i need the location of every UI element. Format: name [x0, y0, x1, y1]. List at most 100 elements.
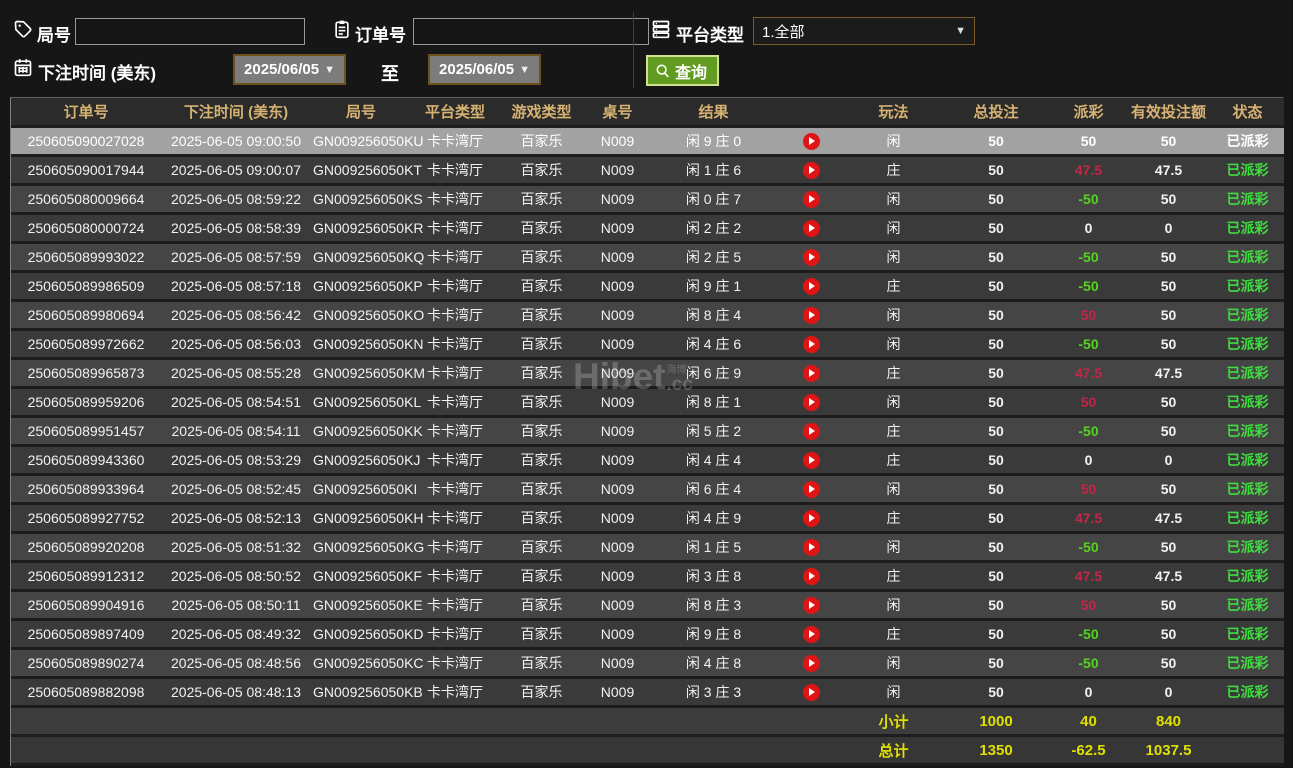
date-to-label: 至	[381, 64, 399, 84]
status-cell: 已派彩	[1211, 360, 1284, 389]
play-icon[interactable]	[802, 683, 820, 701]
table-number-cell: N009	[584, 157, 651, 186]
table-row[interactable]: 250605090027028 2025-06-05 09:00:50 GN00…	[11, 128, 1284, 157]
play-icon[interactable]	[802, 219, 820, 237]
game-number-cell: GN009256050KC	[311, 650, 424, 679]
play-icon[interactable]	[802, 451, 820, 469]
game-number-cell: GN009256050KQ	[311, 244, 424, 273]
game-type-cell: 百家乐	[499, 244, 584, 273]
table-number-cell: N009	[584, 331, 651, 360]
total-bet-cell: 50	[941, 621, 1051, 650]
bet-time-cell: 2025-06-05 08:50:11	[161, 592, 311, 621]
play-icon[interactable]	[802, 277, 820, 295]
table-row[interactable]: 250605089912312 2025-06-05 08:50:52 GN00…	[11, 563, 1284, 592]
play-icon[interactable]	[802, 480, 820, 498]
result-cell: 闲 9 庄 0	[651, 128, 776, 157]
play-icon[interactable]	[802, 393, 820, 411]
play-icon[interactable]	[802, 335, 820, 353]
order-number-cell: 250605089959206	[11, 389, 161, 418]
table-row[interactable]: 250605089980694 2025-06-05 08:56:42 GN00…	[11, 302, 1284, 331]
payout-cell: 47.5	[1051, 505, 1126, 534]
bet-time-cell: 2025-06-05 08:58:39	[161, 215, 311, 244]
play-icon[interactable]	[802, 596, 820, 614]
status-cell: 已派彩	[1211, 273, 1284, 302]
order-no-input[interactable]	[413, 18, 649, 45]
game-number-cell: GN009256050KK	[311, 418, 423, 447]
result-cell: 闲 1 庄 6	[651, 157, 776, 186]
table-row[interactable]: 250605080009664 2025-06-05 08:59:22 GN00…	[11, 186, 1284, 215]
play-type-cell: 庄	[846, 360, 941, 389]
play-icon[interactable]	[802, 161, 820, 179]
col-play: 玩法	[846, 98, 941, 128]
table-number-cell: N009	[584, 476, 651, 505]
platform-cell: 卡卡湾厅	[411, 534, 499, 563]
valid-bet-cell: 47.5	[1126, 157, 1211, 186]
table-row[interactable]: 250605089993022 2025-06-05 08:57:59 GN00…	[11, 244, 1284, 273]
table-row[interactable]: 250605089965873 2025-06-05 08:55:28 GN00…	[11, 360, 1284, 389]
replay-cell	[776, 621, 846, 650]
play-icon[interactable]	[802, 364, 820, 382]
play-type-cell: 闲	[846, 592, 941, 621]
play-icon[interactable]	[802, 132, 820, 150]
table-row[interactable]: 250605089920208 2025-06-05 08:51:32 GN00…	[11, 534, 1284, 563]
chevron-down-icon: ▼	[955, 25, 966, 37]
subtotal-spacer	[11, 708, 846, 737]
play-icon[interactable]	[802, 306, 820, 324]
platform-select[interactable]: 1.全部 ▼	[753, 17, 975, 45]
replay-cell	[776, 563, 846, 592]
table-row[interactable]: 250605089890274 2025-06-05 08:48:56 GN00…	[11, 650, 1284, 679]
table-row[interactable]: 250605089904916 2025-06-05 08:50:11 GN00…	[11, 592, 1284, 621]
table-row[interactable]: 250605090017944 2025-06-05 09:00:07 GN00…	[11, 157, 1284, 186]
play-icon[interactable]	[802, 567, 820, 585]
subtotal-label: 小计	[846, 708, 941, 737]
play-icon[interactable]	[802, 509, 820, 527]
table-row[interactable]: 250605089959206 2025-06-05 08:54:51 GN00…	[11, 389, 1284, 418]
play-icon[interactable]	[802, 248, 820, 266]
table-row[interactable]: 250605089972662 2025-06-05 08:56:03 GN00…	[11, 331, 1284, 360]
order-number-cell: 250605089882098	[11, 679, 161, 708]
payout-cell: -50	[1051, 418, 1126, 447]
platform-label: 平台类型	[676, 26, 744, 45]
chevron-down-icon: ▼	[519, 63, 530, 76]
col-payout: 派彩	[1051, 98, 1126, 128]
table-number-cell: N009	[584, 360, 651, 389]
table-row[interactable]: 250605089897409 2025-06-05 08:49:32 GN00…	[11, 621, 1284, 650]
table-row[interactable]: 250605089882098 2025-06-05 08:48:13 GN00…	[11, 679, 1284, 708]
game-type-cell: 百家乐	[499, 592, 584, 621]
play-icon[interactable]	[802, 538, 820, 556]
order-no-label: 订单号	[355, 26, 406, 45]
table-row[interactable]: 250605089951457 2025-06-05 08:54:11 GN00…	[11, 418, 1284, 447]
col-table-no: 桌号	[584, 98, 651, 128]
table-row[interactable]: 250605089943360 2025-06-05 08:53:29 GN00…	[11, 447, 1284, 476]
bet-time-cell: 2025-06-05 09:00:50	[161, 128, 311, 157]
play-icon[interactable]	[802, 190, 820, 208]
platform-cell: 卡卡湾厅	[411, 650, 499, 679]
result-cell: 闲 2 庄 2	[651, 215, 776, 244]
platform-cell: 卡卡湾厅	[411, 273, 499, 302]
date-to-select[interactable]: 2025/06/05 ▼	[428, 54, 541, 85]
replay-cell	[776, 447, 846, 476]
bet-records-table: 订单号 下注时间 (美东) 局号 平台类型 游戏类型 桌号 结果 玩法 总投注 …	[10, 97, 1284, 766]
col-game-type: 游戏类型	[499, 98, 584, 128]
play-icon[interactable]	[802, 625, 820, 643]
result-cell: 闲 3 庄 3	[651, 679, 776, 708]
table-row[interactable]: 250605089986509 2025-06-05 08:57:18 GN00…	[11, 273, 1284, 302]
table-row[interactable]: 250605089933964 2025-06-05 08:52:45 GN00…	[11, 476, 1284, 505]
result-cell: 闲 8 庄 3	[651, 592, 776, 621]
table-number-cell: N009	[584, 447, 651, 476]
platform-cell: 卡卡湾厅	[411, 186, 499, 215]
game-number-cell: GN009256050KG	[311, 534, 424, 563]
play-type-cell: 闲	[846, 244, 941, 273]
table-row[interactable]: 250605089927752 2025-06-05 08:52:13 GN00…	[11, 505, 1284, 534]
total-bet-cell: 50	[941, 157, 1051, 186]
payout-cell: -50	[1051, 621, 1126, 650]
game-no-input[interactable]	[75, 18, 305, 45]
date-from-select[interactable]: 2025/06/05 ▼	[233, 54, 346, 85]
search-button[interactable]: 查询	[646, 55, 720, 86]
play-icon[interactable]	[802, 654, 820, 672]
platform-cell: 卡卡湾厅	[411, 563, 499, 592]
game-number-cell: GN009256050KL	[311, 389, 421, 418]
play-icon[interactable]	[802, 422, 820, 440]
calendar-icon	[13, 57, 33, 77]
table-row[interactable]: 250605080000724 2025-06-05 08:58:39 GN00…	[11, 215, 1284, 244]
